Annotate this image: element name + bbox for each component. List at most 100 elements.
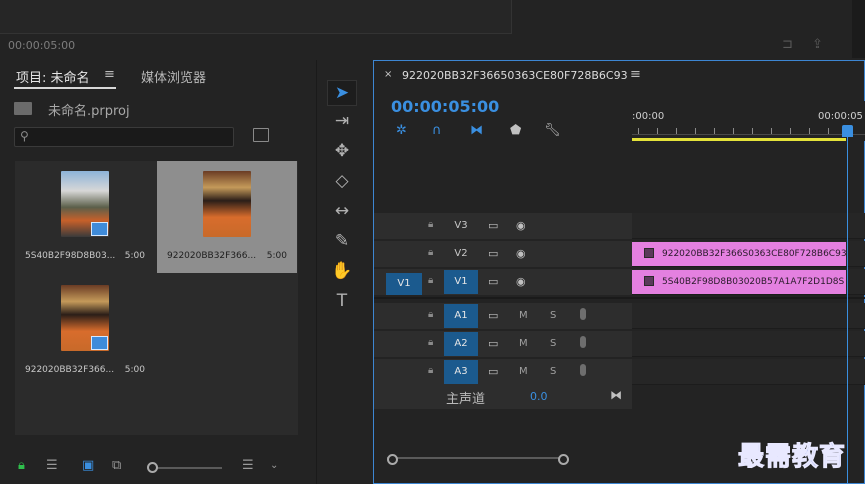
search-input[interactable]: ⚲ [14,127,234,147]
sync-lock-icon[interactable]: ▭ [488,309,498,322]
tab-project[interactable]: 项目: 未命名 [16,67,90,86]
track-lane[interactable] [632,213,865,239]
icon-view-icon[interactable]: ▣ [82,458,94,473]
linked-selection-icon[interactable]: ⧓ [470,123,483,138]
ruler-tick [733,128,734,134]
lock-icon[interactable]: 🔒︎ [428,219,433,230]
eye-icon[interactable]: ◉ [516,247,526,260]
lock-icon[interactable]: 🔒︎ [428,275,433,286]
track-lane[interactable] [632,331,865,357]
lock-icon[interactable]: 🔒︎ [428,337,433,348]
scroll-handle-left[interactable] [387,454,398,465]
active-tab-underline [14,87,116,89]
go-to-in-out-icon[interactable]: ⧓ [610,388,622,402]
lock-icon[interactable]: 🔒︎ [428,309,433,320]
pen-tool-icon[interactable]: ✎ [327,228,357,254]
mic-icon[interactable] [580,364,586,376]
sort-icon[interactable]: ☰ [242,458,254,473]
work-area-bar[interactable] [632,138,846,141]
freeform-view-icon[interactable]: ⧉ [112,458,121,473]
zoom-slider-knob[interactable] [147,462,158,473]
timeline-timecode[interactable]: 00:00:05:00 [391,97,499,116]
track-lane[interactable] [632,359,865,385]
razor-tool-icon[interactable]: ◇ [327,168,357,194]
mic-icon[interactable] [580,336,586,348]
close-icon[interactable]: × [384,69,392,80]
solo-button[interactable]: S [550,366,556,377]
video-badge-icon [91,222,108,236]
solo-button[interactable]: S [550,310,556,321]
project-bottom-bar: 🔒︎ ☰ ▣ ⧉ ☰ ⌄ [0,450,313,480]
chevron-down-icon[interactable]: ⌄ [270,460,278,471]
source-patch-v1[interactable]: V1 [386,273,422,295]
solo-button[interactable]: S [550,338,556,349]
sequence-tab[interactable]: 922020BB32F36650363CE80F728B6C93 [402,69,628,82]
panel-menu-icon[interactable]: ≡ [104,67,115,82]
track-area: 🔒︎ V3 ▭ ◉ 🔒︎ V2 ▭ ◉ 922020BB32F366S0363C… [374,213,865,409]
clip[interactable]: 5S40B2F98D8B03020B57A1A7F2D1D8S [632,270,846,294]
ruler-tick [828,128,829,134]
item-duration: 5:00 [266,251,287,261]
project-item[interactable]: 5S40B2F98D8B03... 5:00 [15,161,155,273]
sync-lock-icon[interactable]: ▭ [488,337,498,350]
track-header: 🔒︎ A2 ▭ M S [374,331,632,357]
hand-tool-icon[interactable]: ✋ [327,258,357,284]
lock-icon[interactable]: 🔒︎ [428,247,433,258]
track-label[interactable]: A2 [444,332,478,356]
snap-icon[interactable]: ∩ [432,123,442,138]
project-item[interactable]: 922020BB32F366... 5:00 [15,275,155,387]
scroll-handle-right[interactable] [558,454,569,465]
sequence-badge-icon [91,336,108,350]
mute-button[interactable]: M [519,366,528,377]
playhead-line[interactable] [847,125,848,484]
overwrite-icon[interactable]: ⇪ [812,37,823,52]
video-audio-divider[interactable] [374,297,865,299]
eye-icon[interactable]: ◉ [516,219,526,232]
list-view-icon[interactable]: ☰ [46,458,58,473]
track-label[interactable]: V1 [444,270,478,294]
track-select-tool-icon[interactable]: ⇥ [327,108,357,134]
panel-menu-icon[interactable]: ≡ [630,67,641,82]
sync-lock-icon[interactable]: ▭ [488,247,498,260]
ripple-edit-tool-icon[interactable]: ✥ [327,138,357,164]
track-lane[interactable]: 5S40B2F98D8B03020B57A1A7F2D1D8S [632,269,865,295]
slip-tool-icon[interactable]: ↔ [327,198,357,224]
track-label[interactable]: V2 [444,242,478,266]
sync-lock-icon[interactable]: ▭ [488,275,498,288]
lock-icon[interactable]: 🔒︎ [18,458,25,473]
track-label[interactable]: A1 [444,304,478,328]
source-timecode: 00:00:05:00 [8,39,76,52]
eye-icon[interactable]: ◉ [516,275,526,288]
mute-button[interactable]: M [519,310,528,321]
track-a3: 🔒︎ A3 ▭ M S [374,359,865,385]
tab-media-browser[interactable]: 媒体浏览器 [141,67,206,86]
selection-tool-icon[interactable]: ➤ [327,80,357,106]
item-duration: 5:00 [124,365,145,375]
new-search-bin-icon[interactable] [253,128,269,142]
timeline-scrollbar[interactable] [387,457,565,459]
nest-icon[interactable]: ✲ [396,123,407,138]
ruler-ticks [632,128,865,135]
project-tabs: 项目: 未命名 ≡ 媒体浏览器 [0,60,313,89]
timeline-header: × 922020BB32F36650363CE80F728B6C93 ≡ [374,61,865,89]
insert-icon[interactable]: ⊐ [782,37,793,52]
master-volume-value[interactable]: 0.0 [530,390,548,403]
add-marker-icon[interactable]: ⬟ [510,123,521,138]
track-lane[interactable]: 922020BB32F366S0363CE80F728B6C93 [632,241,865,267]
type-tool-icon[interactable]: T [327,288,357,314]
project-item-selected[interactable]: 922020BB32F366... 5:00 [157,161,297,273]
mute-button[interactable]: M [519,338,528,349]
clip-name: 5S40B2F98D8B03020B57A1A7F2D1D8S [662,277,845,287]
track-a2: 🔒︎ A2 ▭ M S [374,331,865,357]
sync-lock-icon[interactable]: ▭ [488,365,498,378]
track-lane[interactable] [632,303,865,329]
time-ruler[interactable]: :00:00 00:00:05 [632,101,865,141]
mic-icon[interactable] [580,308,586,320]
settings-wrench-icon[interactable]: 🔧︎ [544,123,561,138]
lock-icon[interactable]: 🔒︎ [428,365,433,376]
track-label[interactable]: V3 [444,214,478,238]
clip[interactable]: 922020BB32F366S0363CE80F728B6C93 [632,242,846,266]
zoom-slider-track[interactable] [152,467,222,469]
sync-lock-icon[interactable]: ▭ [488,219,498,232]
track-label[interactable]: A3 [444,360,478,384]
